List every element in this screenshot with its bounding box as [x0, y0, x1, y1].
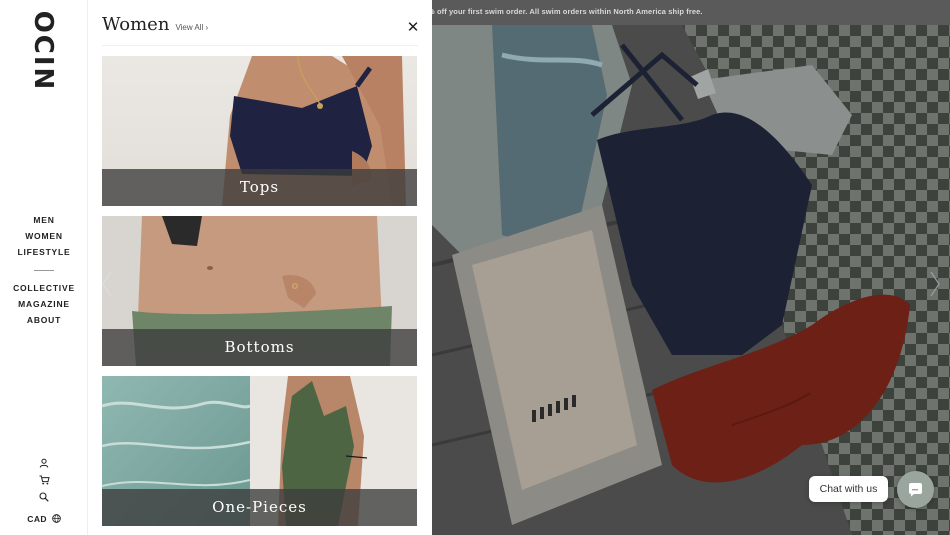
nav-item-about[interactable]: ABOUT — [0, 312, 88, 328]
category-card-tops[interactable]: Tops — [102, 56, 417, 206]
carousel-prev-arrow[interactable] — [100, 270, 114, 298]
category-label-tops: Tops — [102, 169, 417, 206]
chat-bubble-icon — [909, 483, 922, 497]
hero-banner: % off your first swim order. All swim or… — [432, 0, 950, 535]
account-button[interactable] — [0, 458, 88, 468]
globe-icon — [51, 514, 61, 524]
announcement-text: % off your first swim order. All swim or… — [432, 7, 703, 16]
category-label-bottoms: Bottoms — [102, 329, 417, 366]
side-navigation: OCIN MEN WOMEN LIFESTYLE COLLECTIVE MAGA… — [0, 0, 88, 535]
header-divider — [102, 45, 418, 46]
view-all-link[interactable]: View All › — [175, 23, 208, 32]
category-card-bottoms[interactable]: Bottoms — [102, 216, 417, 366]
cart-button[interactable] — [0, 475, 88, 485]
category-card-one-pieces[interactable]: One-Pieces — [102, 376, 417, 526]
menu-header: Women View All › — [102, 14, 208, 35]
nav-divider — [34, 270, 54, 271]
menu-title: Women — [102, 14, 170, 35]
nav-item-magazine[interactable]: MAGAZINE — [0, 296, 88, 312]
women-menu-panel: Women View All › ✕ Tops Bottoms One-Piec… — [88, 0, 432, 535]
chat-with-us-button[interactable]: Chat with us — [809, 476, 888, 502]
secondary-nav: COLLECTIVE MAGAZINE ABOUT — [0, 280, 88, 328]
search-button[interactable] — [0, 492, 88, 502]
announcement-bar: % off your first swim order. All swim or… — [432, 0, 950, 25]
brand-logo[interactable]: OCIN — [28, 11, 58, 92]
close-icon[interactable]: ✕ — [406, 20, 420, 35]
nav-item-women[interactable]: WOMEN — [0, 228, 88, 244]
currency-selector[interactable]: CAD — [0, 513, 88, 524]
carousel-next-arrow[interactable] — [928, 270, 942, 298]
user-icon — [39, 458, 49, 468]
primary-nav: MEN WOMEN LIFESTYLE — [0, 212, 88, 260]
cart-icon — [39, 475, 50, 485]
search-icon — [39, 492, 49, 502]
category-label-one-pieces: One-Pieces — [102, 489, 417, 526]
hero-image — [432, 25, 950, 535]
nav-item-lifestyle[interactable]: LIFESTYLE — [0, 244, 88, 260]
chat-launcher-button[interactable] — [897, 471, 934, 508]
currency-label: CAD — [27, 513, 47, 524]
nav-item-collective[interactable]: COLLECTIVE — [0, 280, 88, 296]
nav-item-men[interactable]: MEN — [0, 212, 88, 228]
